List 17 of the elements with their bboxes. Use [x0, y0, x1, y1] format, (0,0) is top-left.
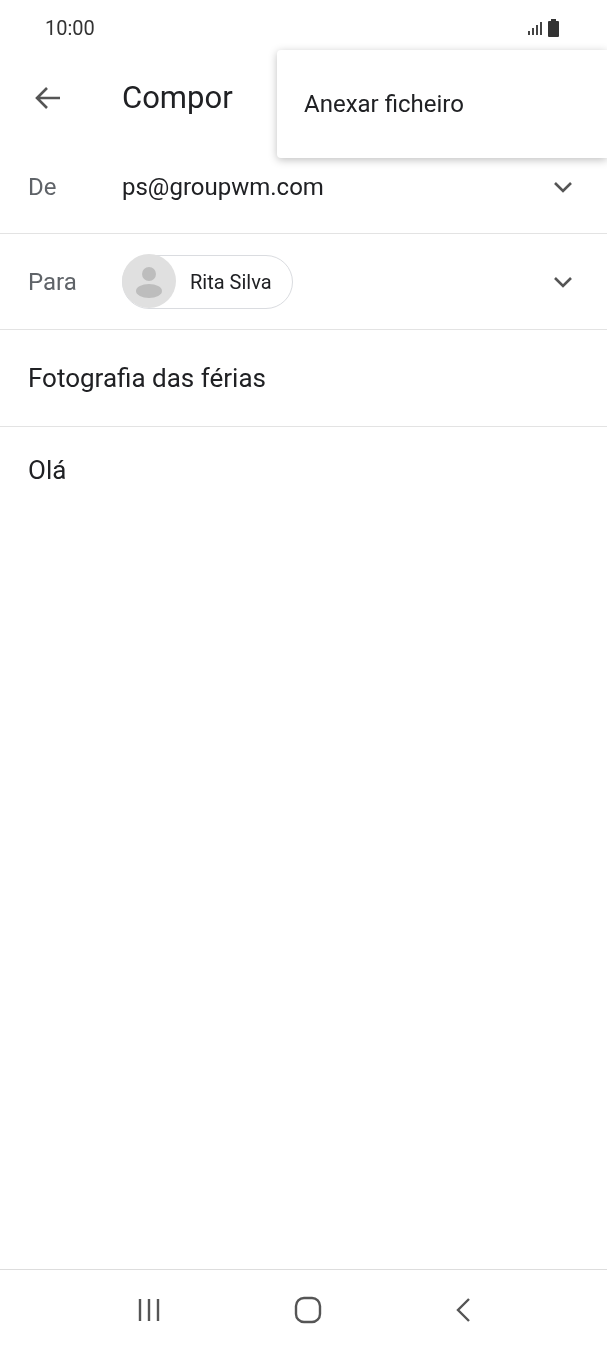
dropdown-icon[interactable]	[553, 275, 573, 288]
back-icon[interactable]	[454, 1297, 471, 1323]
back-arrow-icon[interactable]	[34, 85, 62, 110]
battery-icon	[548, 18, 559, 37]
to-label: Para	[28, 267, 78, 296]
from-address: ps@groupwm.com	[122, 172, 325, 201]
from-label: De	[28, 172, 58, 201]
menu-item[interactable]: Anexar ficheiro	[277, 74, 607, 134]
screen-title: Compor	[122, 79, 233, 116]
message-body[interactable]: Olá	[0, 427, 607, 513]
dropdown-icon[interactable]	[553, 180, 573, 193]
subject-field[interactable]: Fotografia das férias	[28, 363, 266, 393]
signal-icon	[528, 20, 542, 35]
avatar-icon	[122, 254, 176, 308]
home-icon[interactable]	[293, 1296, 322, 1324]
recent-apps-icon[interactable]	[136, 1298, 161, 1322]
status-time: 10:00	[45, 15, 95, 40]
